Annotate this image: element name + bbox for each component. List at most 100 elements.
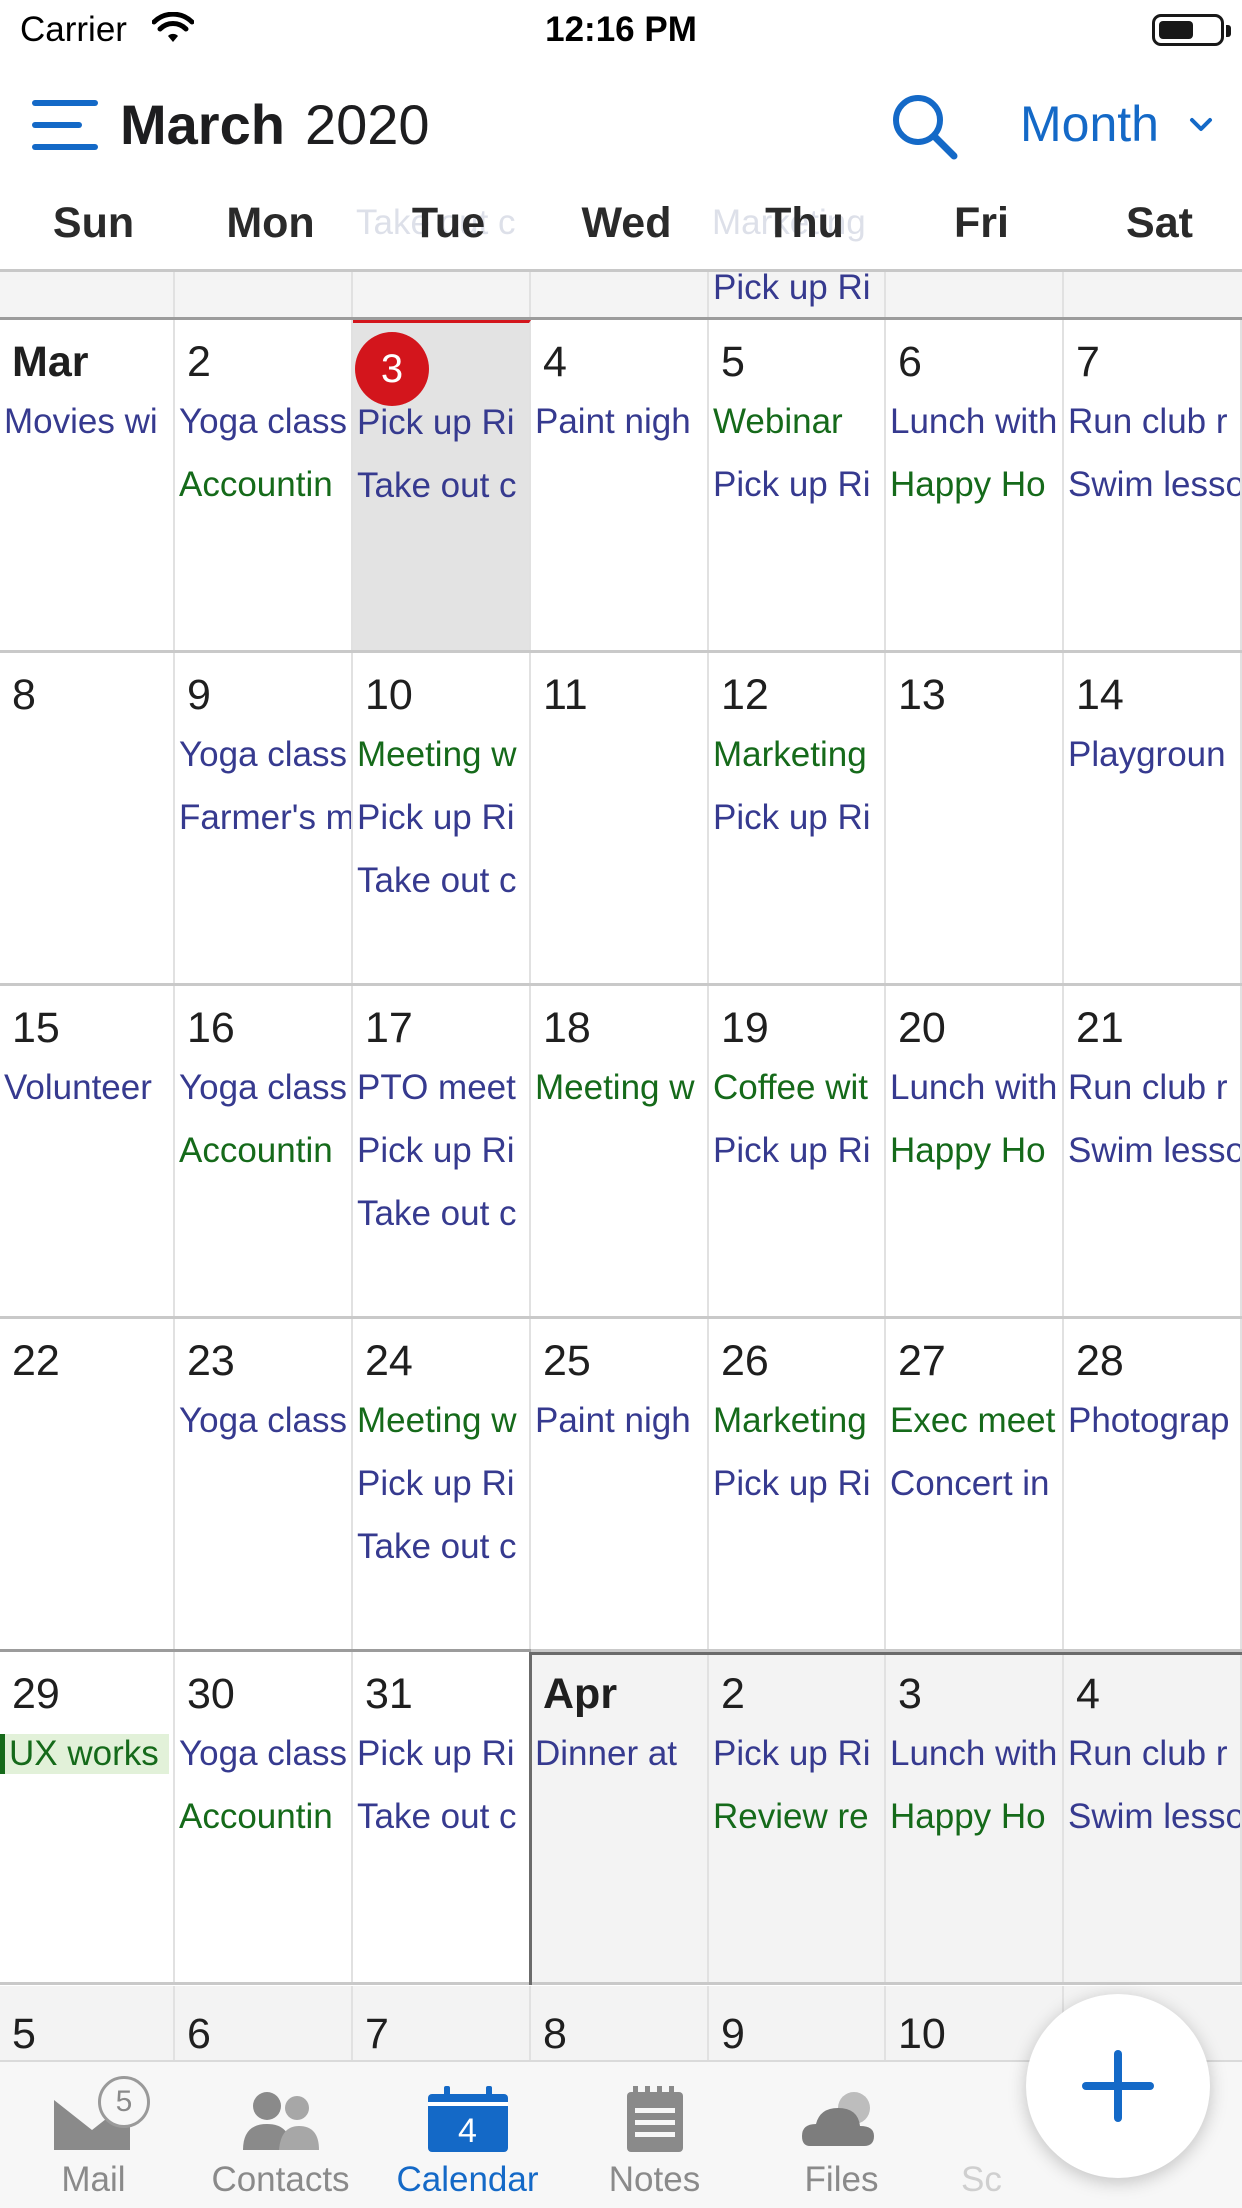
day-number: 13	[898, 671, 946, 719]
event-item[interactable]: Pick up Ri	[357, 1131, 529, 1171]
day-cell-mon[interactable]: 16 Yoga class Accountin	[175, 986, 353, 1316]
event-item[interactable]: Meeting w	[535, 1068, 707, 1108]
day-cell-wed[interactable]: 18 Meeting w	[531, 986, 709, 1316]
day-cell-fri[interactable]: 13	[886, 653, 1064, 983]
search-icon[interactable]	[890, 92, 960, 162]
event-item[interactable]: Paint nigh	[535, 1401, 707, 1441]
day-cell-mon[interactable]: 9 Yoga class Farmer's m	[175, 653, 353, 983]
event-item[interactable]: Run club r	[1068, 1068, 1240, 1108]
day-cell-sat[interactable]: 7 Run club r Swim lesso	[1064, 320, 1242, 650]
day-cell-mon[interactable]: 2 Yoga class Accountin	[175, 320, 353, 650]
previous-week-row[interactable]: Pick up Ri	[0, 272, 1242, 320]
hamburger-menu-icon[interactable]	[32, 100, 98, 150]
add-event-button[interactable]	[1026, 1994, 1210, 2178]
event-item[interactable]: Coffee wit	[713, 1068, 884, 1108]
day-cell-sat[interactable]: 14 Playgroun	[1064, 653, 1242, 983]
event-item[interactable]: Marketing	[713, 735, 884, 775]
day-cell-sun[interactable]: 15 Volunteer	[0, 986, 175, 1316]
event-item[interactable]: Take out c	[357, 466, 529, 506]
event-item[interactable]: Photograp	[1068, 1401, 1240, 1441]
day-cell-tue[interactable]: 24 Meeting w Pick up Ri Take out c	[353, 1319, 531, 1649]
day-cell-fri[interactable]: 20 Lunch with Happy Ho	[886, 986, 1064, 1316]
event-item[interactable]: Pick up Ri	[713, 1131, 884, 1171]
week-row: 15 Volunteer 16 Yoga class Accountin 17 PTO me…	[0, 986, 1242, 1319]
day-number: 7	[365, 2010, 389, 2058]
tab-more[interactable]: Sc	[935, 2062, 1025, 2208]
event-item[interactable]: Swim lesso	[1068, 465, 1240, 505]
day-cell-tue[interactable]: 10 Meeting w Pick up Ri Take out c	[353, 653, 531, 983]
event-item[interactable]: Pick up Ri	[357, 798, 529, 838]
event-item[interactable]: Accountin	[179, 1131, 351, 1171]
event-item[interactable]: Farmer's m	[179, 798, 351, 838]
event-item[interactable]: Pick up Ri	[357, 403, 529, 443]
event-item[interactable]: Accountin	[179, 1797, 351, 1837]
day-cell-tue[interactable]: 31 Pick up Ri Take out c	[353, 1652, 531, 1982]
view-mode-selector[interactable]: Month	[1020, 95, 1159, 153]
event-item[interactable]: Take out c	[357, 1527, 529, 1567]
event-item[interactable]: Pick up Ri	[713, 465, 884, 505]
day-cell-wed[interactable]: 25 Paint nigh	[531, 1319, 709, 1649]
tab-label: Contacts	[211, 2160, 350, 2199]
day-cell-mon[interactable]: 23 Yoga class	[175, 1319, 353, 1649]
day-cell-tue[interactable]: 3 Pick up Ri Take out c	[353, 320, 531, 650]
event-item[interactable]: Take out c	[357, 1194, 529, 1234]
event-item[interactable]: Run club r	[1068, 402, 1240, 442]
event-item[interactable]: Pick up Ri	[713, 272, 871, 308]
day-cell-sun[interactable]: Mar Movies wi	[0, 320, 175, 650]
day-cell-thu[interactable]: 19 Coffee wit Pick up Ri	[709, 986, 886, 1316]
day-cell-sat[interactable]: 21 Run club r Swim lesso	[1064, 986, 1242, 1316]
event-item[interactable]: Pick up Ri	[713, 798, 884, 838]
day-number: 31	[365, 1670, 413, 1718]
day-cell-fri[interactable]: 27 Exec meet Concert in	[886, 1319, 1064, 1649]
day-cell-fri[interactable]: 6 Lunch with Happy Ho	[886, 320, 1064, 650]
day-cell-mon[interactable]: 30 Yoga class Accountin	[175, 1652, 353, 1982]
event-item[interactable]: Exec meet	[890, 1401, 1062, 1441]
day-cell-tue[interactable]: 17 PTO meet Pick up Ri Take out c	[353, 986, 531, 1316]
event-item[interactable]: Yoga class	[179, 402, 351, 442]
day-number: 14	[1076, 671, 1124, 719]
event-item[interactable]: Yoga class	[179, 1734, 351, 1774]
event-item[interactable]: Playgroun	[1068, 735, 1240, 775]
tab-mail[interactable]: 5 Mail	[0, 2062, 187, 2208]
tab-notes[interactable]: Notes	[561, 2062, 748, 2208]
tab-files[interactable]: Files	[748, 2062, 935, 2208]
event-item[interactable]: Volunteer	[4, 1068, 173, 1108]
event-item[interactable]: Pick up Ri	[357, 1734, 529, 1774]
day-cell-thu[interactable]: 26 Marketing Pick up Ri	[709, 1319, 886, 1649]
day-cell-thu[interactable]: 5 Webinar Pick up Ri	[709, 320, 886, 650]
event-item[interactable]: Swim lesso	[1068, 1131, 1240, 1171]
day-cell-wed[interactable]: 11	[531, 653, 709, 983]
event-item[interactable]: Yoga class	[179, 1401, 351, 1441]
tab-calendar[interactable]: 4 Calendar	[374, 2062, 561, 2208]
event-item[interactable]: Take out c	[357, 1797, 529, 1837]
chevron-down-icon[interactable]	[1188, 112, 1214, 138]
event-item[interactable]: Webinar	[713, 402, 884, 442]
event-item[interactable]: Take out c	[357, 861, 529, 901]
event-item[interactable]: Lunch with	[890, 1068, 1062, 1108]
day-cell-sun[interactable]: 29 UX works	[0, 1652, 175, 1982]
event-item[interactable]: Movies wi	[4, 402, 173, 442]
event-item[interactable]: Pick up Ri	[713, 1464, 884, 1504]
event-item[interactable]: Pick up Ri	[357, 1464, 529, 1504]
event-item[interactable]: PTO meet	[357, 1068, 529, 1108]
day-cell-thu[interactable]: 12 Marketing Pick up Ri	[709, 653, 886, 983]
event-item[interactable]: Yoga class	[179, 1068, 351, 1108]
day-cell-sun[interactable]: 8	[0, 653, 175, 983]
event-item[interactable]: Accountin	[179, 465, 351, 505]
day-cell-wed[interactable]: 4 Paint nigh	[531, 320, 709, 650]
event-item[interactable]: Happy Ho	[890, 1131, 1062, 1171]
event-item[interactable]: Meeting w	[357, 735, 529, 775]
day-cell-sat[interactable]: 28 Photograp	[1064, 1319, 1242, 1649]
day-cell-sun[interactable]: 22	[0, 1319, 175, 1649]
tab-contacts[interactable]: Contacts	[187, 2062, 374, 2208]
event-item[interactable]: Paint nigh	[535, 402, 707, 442]
event-item[interactable]: Marketing	[713, 1401, 884, 1441]
event-item[interactable]: Concert in	[890, 1464, 1062, 1504]
day-number: Mar	[12, 338, 89, 386]
event-item[interactable]: Meeting w	[357, 1401, 529, 1441]
event-item[interactable]: Lunch with	[890, 402, 1062, 442]
divider	[0, 1649, 531, 1652]
event-item[interactable]: Yoga class	[179, 735, 351, 775]
event-item[interactable]: UX works	[0, 1734, 169, 1774]
event-item[interactable]: Happy Ho	[890, 465, 1062, 505]
